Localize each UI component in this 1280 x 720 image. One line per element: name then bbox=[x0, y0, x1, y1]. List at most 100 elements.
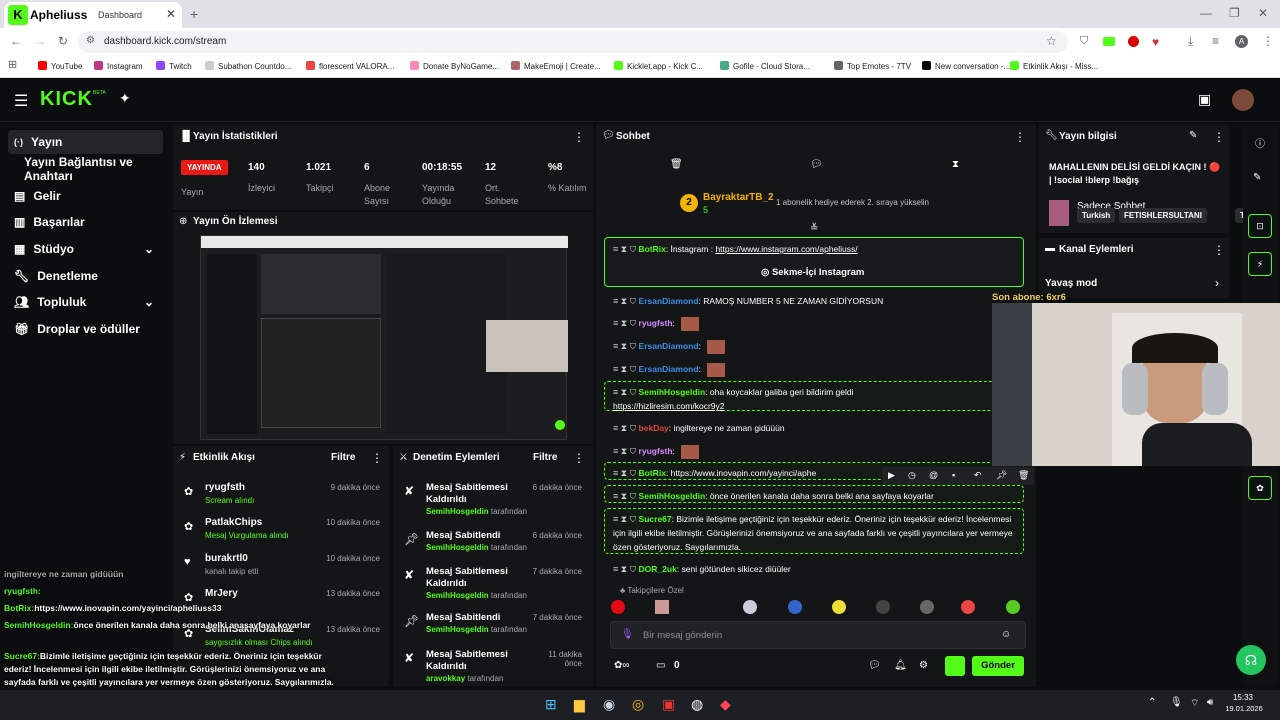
apps-grid-icon[interactable]: ⊞ bbox=[8, 58, 17, 71]
user-avatar[interactable] bbox=[1232, 89, 1254, 111]
hourglass-icon[interactable]: ⧗ bbox=[952, 159, 959, 170]
steam-icon[interactable]: ◉ bbox=[603, 696, 615, 713]
event-username[interactable]: PatlakChips bbox=[205, 517, 262, 528]
file-explorer-icon[interactable]: ▆ bbox=[574, 696, 585, 713]
message-tools-icon[interactable]: ≡ ⧗ ⛉ bbox=[613, 446, 639, 456]
hamburger-menu-icon[interactable]: ☰ bbox=[14, 91, 28, 111]
wifi-icon[interactable]: ⌔ bbox=[1190, 697, 1199, 710]
bookmark-item[interactable]: Kicklet.app - Kick C... bbox=[614, 61, 703, 71]
mod-filter-button[interactable]: Filtre bbox=[533, 452, 557, 463]
chat-username[interactable]: DOR_2uk bbox=[639, 564, 677, 574]
red-extension-icon[interactable]: ♥ bbox=[1152, 35, 1159, 49]
message-tools-icon[interactable]: ≡ ⧗ ⛉ bbox=[613, 341, 639, 351]
mention-icon[interactable]: @ bbox=[929, 470, 938, 480]
send-button[interactable]: Gönder bbox=[972, 656, 1024, 676]
bookmark-item[interactable]: Etkinlik Akışı - Miss... bbox=[1010, 61, 1098, 71]
trash-message-icon[interactable]: 🗑︎ bbox=[1018, 470, 1029, 481]
pencil-icon[interactable]: ✎ bbox=[1253, 172, 1261, 183]
close-window-icon[interactable]: ✕ bbox=[1258, 6, 1268, 20]
undo-icon[interactable]: ↶ bbox=[974, 470, 982, 481]
bell-icon[interactable]: 🔔︎ bbox=[894, 660, 907, 671]
chevron-right-icon[interactable]: › bbox=[1215, 276, 1219, 290]
sidebar-item-droplar[interactable]: 🎁︎ Droplar ve ödüller bbox=[8, 317, 163, 341]
chat-username[interactable]: ErsanDiamond bbox=[639, 296, 699, 306]
new-tab-icon[interactable]: + bbox=[190, 6, 198, 22]
gift-leader-name[interactable]: BayraktarTB_2 bbox=[703, 192, 774, 203]
chat-link[interactable]: https://hizliresim.com/kocr9y2 bbox=[613, 399, 1023, 413]
browser-tab[interactable]: K Apheliuss Dashboard ✕ bbox=[4, 2, 182, 28]
chat-username[interactable]: ErsanDiamond bbox=[639, 341, 699, 351]
mic-icon[interactable]: 🎙︎ bbox=[621, 629, 634, 640]
support-headset-icon[interactable]: ☊ bbox=[1236, 645, 1266, 675]
forward-icon[interactable]: → bbox=[34, 34, 46, 48]
info-icon[interactable]: ⓘ bbox=[1255, 135, 1265, 150]
sidebar-item-stream-key[interactable]: Yayın Bağlantısı ve Anahtarı bbox=[18, 155, 178, 183]
bookmark-item[interactable]: Twitch bbox=[156, 61, 192, 71]
green-emote[interactable] bbox=[1006, 600, 1020, 614]
volume-icon[interactable]: 🔊︎ bbox=[1207, 697, 1213, 708]
community-toggle-icon[interactable]: ✿ bbox=[1248, 476, 1272, 500]
pin-tool-icon[interactable]: ≡ ⧗ ⛉ bbox=[613, 244, 636, 254]
yellow-emote[interactable] bbox=[832, 600, 846, 614]
events-menu-icon[interactable]: ⋮ bbox=[371, 451, 383, 465]
bookmark-item[interactable]: Gofile - Cloud Stora... bbox=[720, 61, 810, 71]
chat-settings-icon[interactable]: 💬︎ bbox=[810, 159, 823, 170]
emoji-icon[interactable]: ☺ bbox=[1001, 629, 1011, 640]
sidebar-item-gelir[interactable]: ▤ Gelir bbox=[8, 184, 163, 208]
sidebar-item-basarilar[interactable]: ▥ Başarılar bbox=[8, 210, 163, 234]
kick-bot-icon[interactable] bbox=[945, 656, 965, 676]
dark-emote[interactable] bbox=[876, 600, 890, 614]
message-tools-icon[interactable]: ≡ ⧗ ⛉ bbox=[613, 318, 639, 328]
stats-menu-icon[interactable]: ⋮ bbox=[573, 130, 585, 144]
bookmark-item[interactable]: MakeEmoji | Create... bbox=[511, 61, 601, 71]
mod-menu-icon[interactable]: ⋮ bbox=[573, 451, 585, 465]
chat-input[interactable]: 🎙︎ Bir mesaj gönderin ☺ bbox=[610, 621, 1026, 649]
turkey-flag-emote[interactable] bbox=[611, 600, 625, 614]
app-red-icon[interactable]: ▣ bbox=[662, 696, 675, 713]
message-tools-icon[interactable]: ≡ ⧗ ⛉ bbox=[613, 296, 639, 306]
maximize-icon[interactable]: ❐ bbox=[1229, 6, 1240, 20]
download-icon[interactable]: ⤓ bbox=[1188, 34, 1193, 49]
bookmark-item[interactable]: YouTube bbox=[38, 61, 82, 71]
lightning-toggle-icon[interactable]: ⚡︎ bbox=[1248, 252, 1272, 276]
shield-extension-icon[interactable]: ⛉ bbox=[1080, 35, 1088, 48]
mod-action-user[interactable]: SemihHosgeldin bbox=[426, 507, 489, 516]
taskbar-date[interactable]: 19.01.2026 bbox=[1222, 704, 1266, 713]
gear-icon[interactable]: ⚙ bbox=[919, 660, 928, 671]
chrome-icon[interactable]: ◎ bbox=[632, 696, 644, 713]
preview-video[interactable] bbox=[200, 235, 568, 440]
kick-extension-icon[interactable] bbox=[1103, 37, 1115, 46]
chat-username[interactable]: ryugfsth bbox=[639, 318, 673, 328]
sidebar-item-topluluk[interactable]: 👥︎ Topluluk ⌄ bbox=[8, 290, 163, 314]
pinned-tab-button[interactable]: ◎ Sekme-İçi Instagram bbox=[761, 267, 864, 278]
creator-dashboard-icon[interactable]: ▣ bbox=[1198, 91, 1211, 108]
info-menu-icon[interactable]: ⋮ bbox=[1213, 130, 1225, 144]
chat-username[interactable]: Sucre67 bbox=[639, 514, 672, 524]
message-tools-icon[interactable]: ≡ ⧗ ⛉ bbox=[613, 387, 639, 397]
category-thumbnail[interactable] bbox=[1049, 200, 1069, 226]
site-info-icon[interactable]: ⚙ bbox=[86, 35, 95, 46]
chat-username[interactable]: bekDay bbox=[639, 423, 669, 433]
pinned-link[interactable]: https://www.instagram.com/apheliuss/ bbox=[715, 244, 857, 254]
mod-action-user[interactable]: aravokkay bbox=[426, 674, 465, 683]
bookmark-item[interactable]: New conversation -... bbox=[922, 61, 1010, 71]
event-username[interactable]: ryugfsth bbox=[205, 482, 245, 493]
blue-emote[interactable] bbox=[788, 600, 802, 614]
mod-action-user[interactable]: SemihHosgeldin bbox=[426, 591, 489, 600]
chat-username[interactable]: ryugfsth bbox=[639, 446, 673, 456]
message-tools-icon[interactable]: ≡ ⧗ ⛉ bbox=[613, 423, 639, 433]
back-icon[interactable]: ← bbox=[10, 34, 22, 48]
pin-message-icon[interactable]: 📌︎ bbox=[996, 470, 1007, 481]
chat-menu-icon[interactable]: ⋮ bbox=[1014, 130, 1026, 144]
bookmark-item[interactable]: florescent VALORA... bbox=[306, 61, 394, 71]
tray-chevron-icon[interactable]: ⌃ bbox=[1148, 697, 1156, 708]
bookmark-item[interactable]: Subathon Countdo... bbox=[205, 61, 291, 71]
taskbar-time[interactable]: 15:33 bbox=[1226, 693, 1260, 702]
bookmark-item[interactable]: Top Emotes - 7TV bbox=[834, 61, 911, 71]
chat-username[interactable]: SemihHosgeldin bbox=[639, 491, 706, 501]
collapse-icon[interactable]: ≚ bbox=[810, 223, 818, 234]
close-tab-icon[interactable]: ✕ bbox=[166, 7, 176, 21]
camera-toggle-icon[interactable]: ⊡ bbox=[1248, 214, 1272, 238]
channel-menu-icon[interactable]: ⋮ bbox=[1213, 243, 1225, 257]
chat-username[interactable]: SemihHosgeldin bbox=[639, 387, 706, 397]
